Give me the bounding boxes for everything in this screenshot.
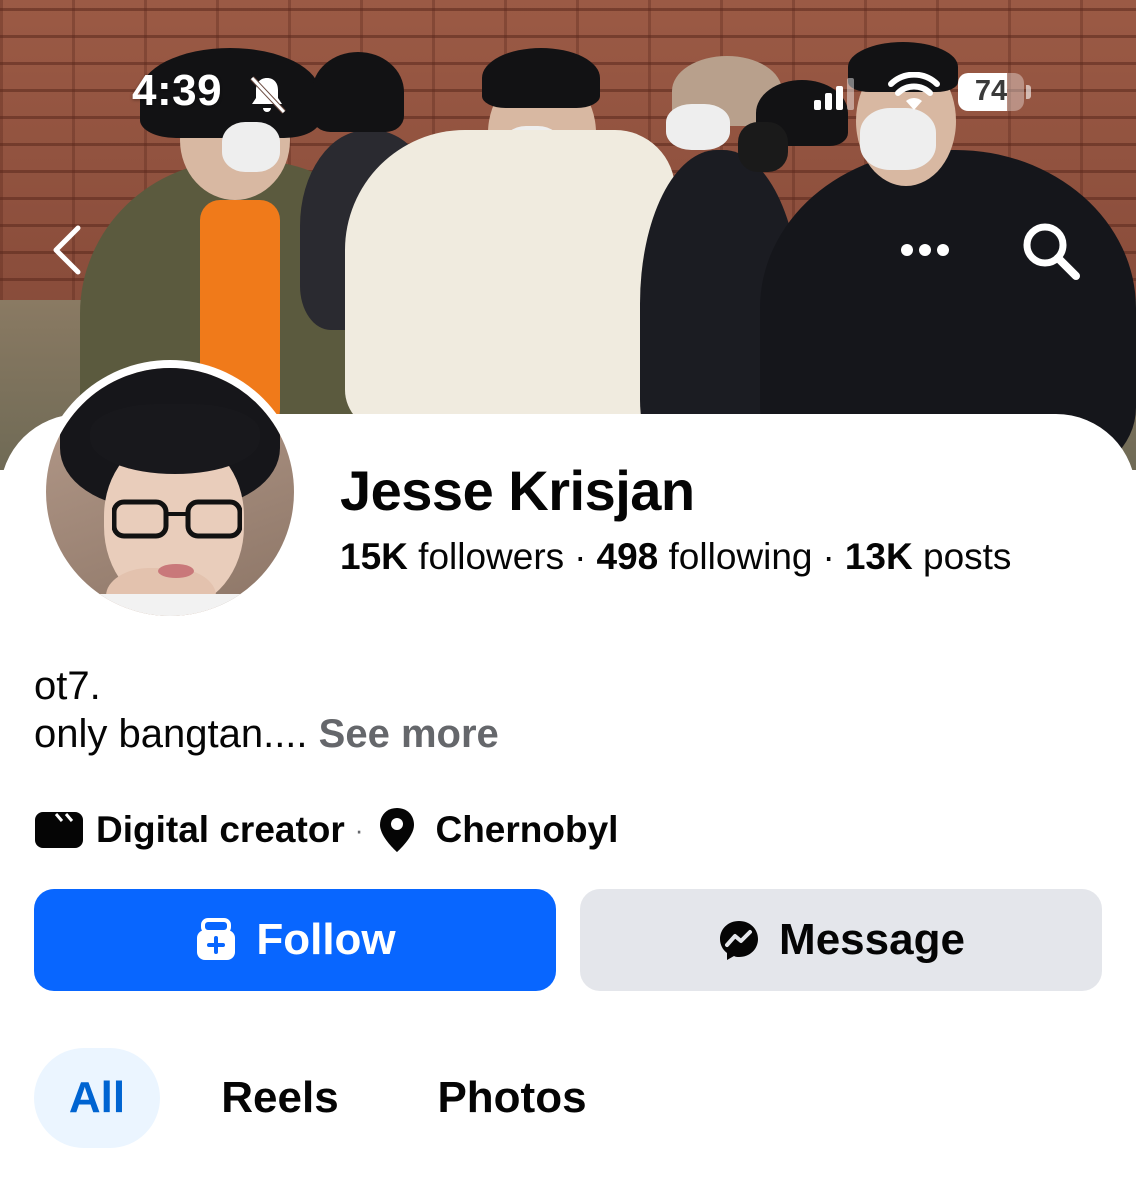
bio-line-2-wrap: only bangtan.... See more bbox=[34, 710, 499, 758]
follow-button[interactable]: Follow bbox=[34, 889, 556, 991]
profile-stats: 15K followers · 498 following · 13K posts bbox=[340, 536, 1011, 578]
status-time: 4:39 bbox=[132, 66, 223, 115]
avatar-fringe bbox=[90, 404, 260, 474]
stats-separator: · bbox=[822, 536, 835, 577]
cover-person-1-mask bbox=[222, 122, 280, 172]
following-count: 498 bbox=[596, 536, 659, 577]
avatar-lips bbox=[158, 564, 194, 578]
posts-stat[interactable]: 13K posts bbox=[845, 536, 1012, 577]
avatar-glasses bbox=[112, 499, 242, 539]
avatar-shirt bbox=[46, 594, 294, 616]
signal-icon bbox=[814, 78, 854, 110]
battery-nub bbox=[1026, 85, 1031, 99]
tab-all[interactable]: All bbox=[34, 1048, 160, 1148]
bell-slash-icon bbox=[250, 76, 286, 114]
cover-person-4-arm bbox=[345, 130, 675, 430]
tab-photos[interactable]: Photos bbox=[414, 1048, 610, 1148]
profile-bio: ot7. only bangtan.... See more bbox=[34, 662, 499, 758]
profile-details: Digital creator · Chernobyl bbox=[34, 808, 618, 852]
stats-separator: · bbox=[574, 536, 587, 577]
cover-person-5-mask bbox=[666, 104, 730, 150]
bio-line-1: ot7. bbox=[34, 664, 101, 708]
followers-label: followers bbox=[418, 536, 565, 577]
profile-name: Jesse Krisjan bbox=[340, 459, 695, 522]
cover-person-3-hair bbox=[482, 48, 600, 108]
map-pin-icon bbox=[380, 808, 415, 852]
following-stat[interactable]: 498 following bbox=[597, 536, 813, 577]
cover-person-7-mask bbox=[860, 108, 936, 170]
details-separator: · bbox=[354, 814, 364, 845]
wifi-icon bbox=[888, 72, 940, 110]
category-label: Digital creator bbox=[96, 809, 345, 850]
bio-line-2: only bangtan.... bbox=[34, 712, 308, 756]
posts-count: 13K bbox=[844, 536, 913, 577]
followers-count: 15K bbox=[340, 536, 408, 577]
battery-percent: 74 bbox=[974, 75, 1008, 107]
follow-plus-icon bbox=[197, 918, 236, 960]
following-label: following bbox=[668, 536, 813, 577]
clapperboard-icon bbox=[35, 812, 83, 848]
tab-reels[interactable]: Reels bbox=[200, 1048, 360, 1148]
message-label: Message bbox=[779, 915, 965, 964]
followers-stat[interactable]: 15K followers bbox=[340, 536, 564, 577]
chevron-left-icon[interactable] bbox=[44, 222, 94, 278]
follow-label: Follow bbox=[256, 915, 396, 964]
message-button[interactable]: Message bbox=[580, 889, 1102, 991]
avatar-image bbox=[46, 368, 294, 616]
battery-indicator: 74 bbox=[958, 73, 1032, 111]
ellipsis-icon[interactable] bbox=[890, 230, 960, 270]
location-label[interactable]: Chernobyl bbox=[435, 809, 618, 851]
profile-avatar[interactable] bbox=[38, 360, 302, 624]
cover-person-2-hat bbox=[312, 52, 404, 132]
messenger-icon bbox=[720, 921, 759, 960]
search-icon[interactable] bbox=[1018, 218, 1084, 284]
see-more-link[interactable]: See more bbox=[319, 712, 499, 756]
posts-label: posts bbox=[923, 536, 1012, 577]
cover-person-6-mask bbox=[738, 122, 788, 172]
